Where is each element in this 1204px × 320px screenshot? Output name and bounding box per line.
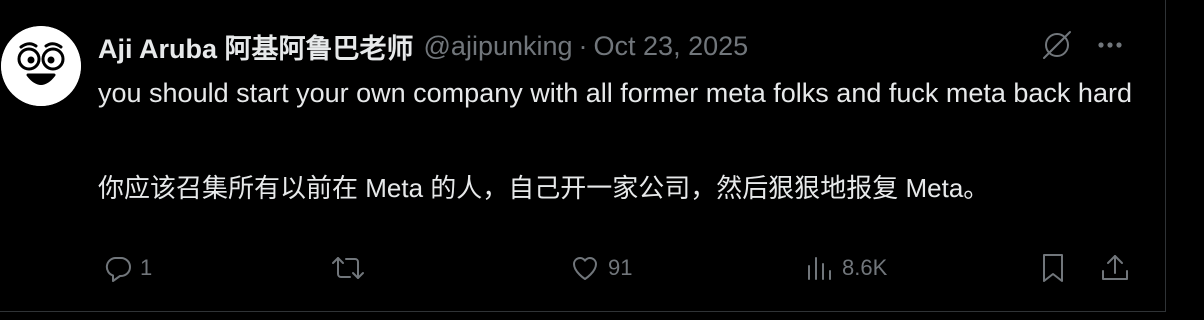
bookmark-button[interactable] [1038, 248, 1068, 288]
like-button[interactable]: 91 [568, 248, 632, 288]
tweet-header: Aji Aruba 阿基阿鲁巴老师 @ajipunking · Oct 23, … [98, 28, 748, 64]
retweet-button[interactable] [330, 248, 372, 288]
share-icon [1102, 255, 1128, 280]
separator-dot: · [578, 30, 588, 61]
retweet-icon [332, 257, 364, 279]
tweet-top-actions [1040, 28, 1126, 62]
reply-count: 1 [140, 255, 153, 280]
like-count: 91 [608, 255, 633, 280]
grok-icon[interactable] [1040, 28, 1074, 62]
reply-button[interactable]: 1 [102, 248, 152, 288]
tweet-text-en: you should start your own company with a… [98, 78, 1132, 108]
tweet-date[interactable]: Oct 23, 2025 [594, 31, 749, 62]
display-name[interactable]: Aji Aruba 阿基阿鲁巴老师 [98, 27, 414, 66]
views-icon [808, 257, 831, 280]
tweet-card[interactable]: Aji Aruba 阿基阿鲁巴老师 @ajipunking · Oct 23, … [0, 0, 1166, 312]
views-count: 8.6K [842, 255, 888, 280]
user-handle[interactable]: @ajipunking [424, 31, 573, 62]
share-button[interactable] [1098, 248, 1132, 288]
like-icon [573, 257, 597, 280]
reply-icon [105, 257, 131, 282]
bookmark-icon [1043, 254, 1063, 282]
tweet-actions: 1 91 8.6K [98, 248, 1138, 288]
tweet-text-zh: 你应该召集所有以前在 Meta 的人，自己开一家公司，然后狠狠地报复 Meta。 [98, 173, 990, 203]
more-icon[interactable] [1094, 29, 1126, 61]
avatar[interactable] [1, 26, 81, 106]
views-button[interactable]: 8.6K [804, 248, 887, 288]
avatar-face-icon [1, 26, 81, 106]
